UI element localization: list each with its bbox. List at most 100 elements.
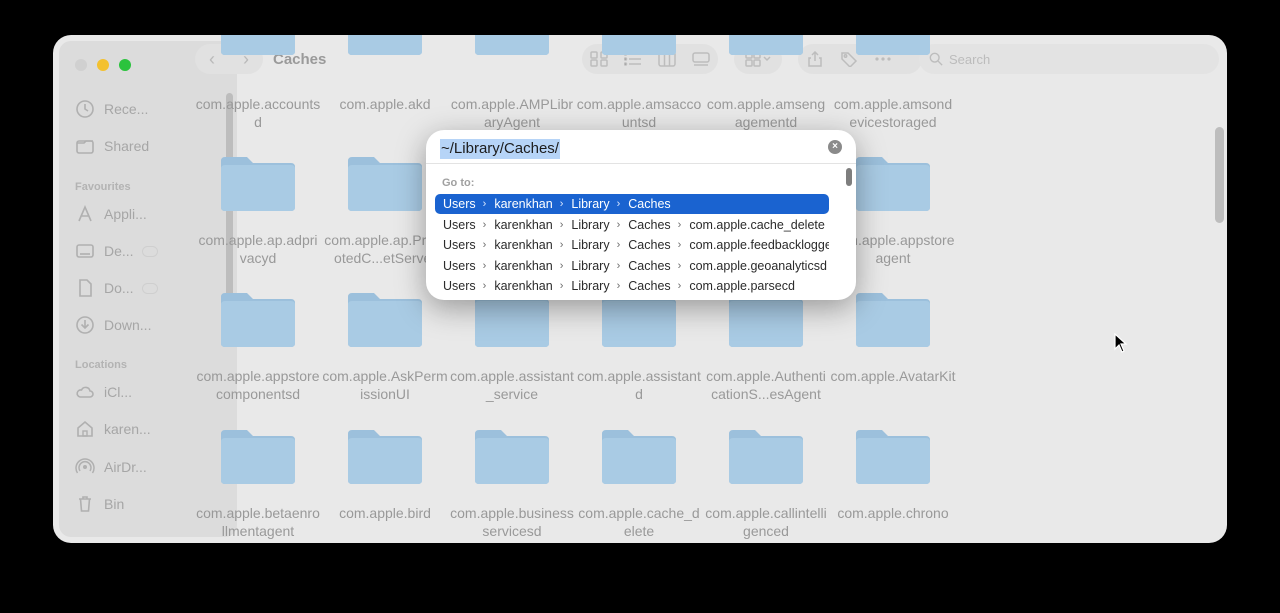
airdrop-icon [75,458,95,474]
close-window-button[interactable] [75,59,87,71]
folder-icon [346,151,424,213]
path-chevron-icon: › [616,219,621,231]
folder-icon [346,424,424,486]
path-chevron-icon: › [616,280,621,292]
sidebar-item-label: Bin [104,496,125,512]
folder-item[interactable]: com.apple.ap.adprivacyd [195,151,321,266]
sidebar-item-bin[interactable]: Bin [75,493,124,515]
bin-icon [79,496,91,512]
folder-item[interactable]: com.apple.callintelligenced [703,424,829,539]
folder-item[interactable]: com.apple.cache_delete [576,424,702,539]
sidebar-item-home[interactable]: karen... [75,418,151,440]
suggestion-row[interactable]: Users › karenkhan › Library › Caches [435,194,829,214]
folder-label: com.apple.AvatarKit [830,368,956,384]
folder-label: com.apple.cache_delete [578,505,700,539]
folder-item[interactable]: com.apple.amsondevicestoraged [830,35,956,130]
icloud-status-icon [141,245,158,257]
folder-label: com.apple.bird [339,505,431,521]
folder-item[interactable]: com.apple.bird [322,424,448,521]
path-chevron-icon: › [559,219,564,231]
folder-item[interactable]: com.apple.accountsd [195,35,321,130]
folder-icon [727,35,805,57]
sidebar-item-label: Rece... [104,101,149,117]
path-chevron-icon: › [559,280,564,292]
go-to-heading: Go to: [442,177,475,189]
path-chevron-icon: › [482,219,487,231]
suggestion-row[interactable]: Users › karenkhan › Library › Caches › com.apple… [435,276,829,296]
clock-icon [76,100,94,118]
path-segment: Users [443,197,476,211]
path-chevron-icon: › [482,260,487,272]
sidebar-item-desktop[interactable]: De... [75,240,158,262]
suggestion-scrollbar[interactable] [846,168,852,186]
folder-label: com.apple.chrono [837,505,949,521]
path-segment: Caches [628,218,671,232]
path-segment: Caches [628,238,671,252]
divider [426,163,856,164]
folder-label: com.apple.amsondevicestoraged [833,96,953,130]
suggestion-row[interactable]: Users › karenkhan › Library › Caches › com.apple… [435,215,829,235]
folder-label: com.apple.assistant_service [450,368,574,402]
main-scrollbar[interactable] [1215,127,1224,223]
path-segment: Users [443,259,476,273]
minimize-window-button[interactable] [97,59,109,71]
folder-icon [219,151,297,213]
folder-icon [854,35,932,57]
zoom-window-button[interactable] [119,59,131,71]
path-chevron-icon: › [482,280,487,292]
folder-icon [727,424,805,486]
home-icon [77,420,93,437]
path-chevron-icon: › [616,198,621,210]
folder-item[interactable]: com.apple.chrono [830,424,956,521]
path-segment: Users [443,218,476,232]
folder-label: com.apple.businessservicesd [450,505,574,539]
search-field[interactable]: Search [919,44,1219,74]
folder-icon [219,287,297,349]
folder-icon [473,424,551,486]
folder-item[interactable]: com.apple.AskPermissionUI [322,287,448,402]
suggestion-row[interactable]: Users › karenkhan › Library › Caches › com.apple… [435,256,829,276]
folder-item[interactable]: com.apple.amsengagementd [703,35,829,130]
path-chevron-icon: › [677,239,682,251]
folder-icon [854,151,932,213]
folder-item[interactable]: com.apple.businessservicesd [449,424,575,539]
path-segment: com.apple.parsecd [689,279,795,293]
path-segment: Caches [628,279,671,293]
path-chevron-icon: › [677,280,682,292]
path-chevron-icon: › [616,239,621,251]
sidebar-item-recents[interactable]: Rece... [75,98,148,120]
folder-label: com.apple.betaenrollmentagent [196,505,320,539]
sidebar-item-label: Appli... [104,206,147,222]
sidebar-item-label: karen... [104,421,151,437]
shared-folder-icon [76,140,94,154]
sidebar-locations-heading: Locations [75,359,127,371]
folder-label: com.apple.amsengagementd [706,96,826,130]
sidebar-item-documents[interactable]: Do... [75,277,158,299]
sidebar-item-label: AirDr... [104,459,147,475]
path-segment: Users [443,279,476,293]
path-chevron-icon: › [482,239,487,251]
folder-item[interactable]: com.apple.akd [322,35,448,112]
folder-label: com.apple.ap.adprivacyd [198,232,318,266]
sidebar-item-downloads[interactable]: Down... [75,314,151,336]
clear-input-button[interactable]: × [828,140,842,154]
path-segment: karenkhan [494,259,553,273]
applications-icon [78,204,92,222]
folder-item[interactable]: com.apple.appstorecomponentsd [195,287,321,402]
folder-item[interactable]: com.apple.amsaccountsd [576,35,702,130]
go-to-path-input[interactable]: ~/Library/Caches/ [440,139,560,159]
path-segment: Library [571,279,610,293]
sidebar-item-applications[interactable]: Appli... [75,203,147,225]
folder-icon [219,424,297,486]
path-segment: com.apple.cache_delete [689,218,825,232]
sidebar-item-airdrop[interactable]: AirDr... [75,456,147,478]
path-segment: Library [571,197,610,211]
path-chevron-icon: › [559,239,564,251]
folder-item[interactable]: com.apple.AMPLibraryAgent [449,35,575,130]
folder-item[interactable]: com.apple.betaenrollmentagent [195,424,321,539]
path-segment: Caches [628,197,671,211]
sidebar-item-icloud[interactable]: iCl... [75,381,132,403]
suggestion-row[interactable]: Users › karenkhan › Library › Caches › com.apple… [435,235,829,255]
sidebar-item-shared[interactable]: Shared [75,135,149,157]
folder-label: com.apple.accountsd [195,96,321,130]
